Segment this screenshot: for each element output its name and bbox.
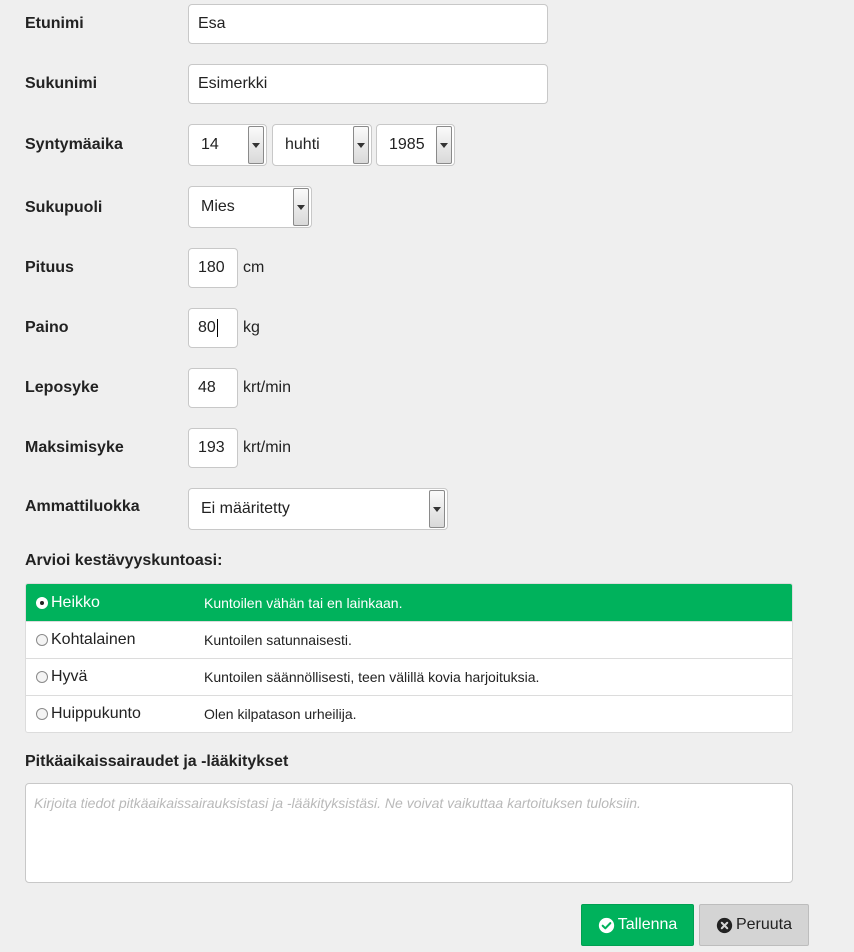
- fitness-option-description: Kuntoilen satunnaisesti.: [204, 632, 352, 648]
- max-hr-value: 193: [198, 439, 225, 456]
- birth-day-value: 14: [201, 136, 219, 153]
- fitness-option-name: Hyvä: [51, 668, 88, 685]
- weight-value: 80: [198, 319, 216, 336]
- cancel-button-label: Peruuta: [735, 916, 793, 933]
- chevron-down-icon: [429, 490, 445, 528]
- chevron-down-icon: [353, 126, 369, 164]
- chevron-down-icon: [436, 126, 452, 164]
- radio-button[interactable]: [36, 671, 48, 683]
- fitness-option-name: Huippukunto: [51, 705, 141, 722]
- chronic-heading: Pitkäaikaissairaudet ja -lääkitykset: [25, 753, 289, 770]
- height-value: 180: [198, 259, 225, 276]
- first-name-input[interactable]: Esa: [188, 4, 548, 44]
- check-circle-icon: [598, 917, 614, 933]
- fitness-option-name: Heikko: [51, 593, 100, 611]
- cancel-button[interactable]: Peruuta: [699, 904, 809, 946]
- resting-hr-value: 48: [198, 379, 216, 396]
- radio-button[interactable]: [36, 634, 48, 646]
- occupation-select[interactable]: Ei määritetty: [188, 488, 448, 530]
- x-circle-icon: [716, 917, 733, 933]
- max-hr-input[interactable]: 193: [188, 428, 238, 468]
- chevron-down-icon: [248, 126, 264, 164]
- height-label: Pituus: [25, 259, 74, 276]
- resting-hr-label: Leposyke: [25, 379, 99, 396]
- resting-hr-input[interactable]: 48: [188, 368, 238, 408]
- chronic-textarea[interactable]: Kirjoita tiedot pitkäaikaissairauksistas…: [25, 783, 793, 883]
- weight-label: Paino: [25, 319, 69, 336]
- resting-hr-unit: krt/min: [243, 379, 291, 396]
- gender-select[interactable]: Mies: [188, 186, 312, 228]
- save-button-label: Tallenna: [617, 916, 678, 933]
- fitness-option-description: Kuntoilen vähän tai en lainkaan.: [204, 594, 403, 611]
- birth-year-value: 1985: [389, 136, 425, 153]
- first-name-value: Esa: [198, 15, 226, 32]
- chronic-placeholder: Kirjoita tiedot pitkäaikaissairauksistas…: [34, 795, 641, 811]
- fitness-option-heikko[interactable]: Heikko Kuntoilen vähän tai en lainkaan.: [26, 584, 792, 621]
- fitness-option-name: Kohtalainen: [51, 631, 136, 648]
- gender-label: Sukupuoli: [25, 199, 103, 216]
- occupation-label: Ammattiluokka: [25, 498, 140, 515]
- first-name-label: Etunimi: [25, 15, 84, 32]
- birth-month-value: huhti: [285, 136, 320, 153]
- gender-value: Mies: [201, 198, 235, 215]
- fitness-heading: Arvioi kestävyyskuntoasi:: [25, 552, 223, 569]
- weight-unit: kg: [243, 319, 260, 336]
- height-unit: cm: [243, 259, 265, 276]
- radio-button[interactable]: [36, 708, 48, 720]
- text-cursor: [216, 319, 218, 337]
- height-input[interactable]: 180: [188, 248, 238, 288]
- birth-year-select[interactable]: 1985: [376, 124, 455, 166]
- occupation-value: Ei määritetty: [201, 500, 290, 517]
- max-hr-unit: krt/min: [243, 439, 291, 456]
- fitness-option-huippukunto[interactable]: Huippukunto Olen kilpatason urheilija.: [26, 695, 792, 732]
- max-hr-label: Maksimisyke: [25, 439, 124, 456]
- fitness-option-description: Olen kilpatason urheilija.: [204, 706, 357, 722]
- birthdate-label: Syntymäaika: [25, 136, 123, 153]
- birth-month-select[interactable]: huhti: [272, 124, 372, 166]
- weight-input[interactable]: 80: [188, 308, 238, 348]
- fitness-option-description: Kuntoilen säännöllisesti, teen välillä k…: [204, 669, 540, 685]
- radio-button[interactable]: [36, 596, 48, 609]
- save-button[interactable]: Tallenna: [581, 904, 694, 946]
- last-name-label: Sukunimi: [25, 75, 98, 92]
- fitness-rating-list: Heikko Kuntoilen vähän tai en lainkaan. …: [25, 583, 793, 733]
- fitness-option-kohtalainen[interactable]: Kohtalainen Kuntoilen satunnaisesti.: [26, 621, 792, 658]
- chevron-down-icon: [293, 188, 309, 226]
- fitness-option-hyva[interactable]: Hyvä Kuntoilen säännöllisesti, teen väli…: [26, 658, 792, 695]
- birth-day-select[interactable]: 14: [188, 124, 267, 166]
- last-name-value: Esimerkki: [198, 75, 268, 92]
- last-name-input[interactable]: Esimerkki: [188, 64, 548, 104]
